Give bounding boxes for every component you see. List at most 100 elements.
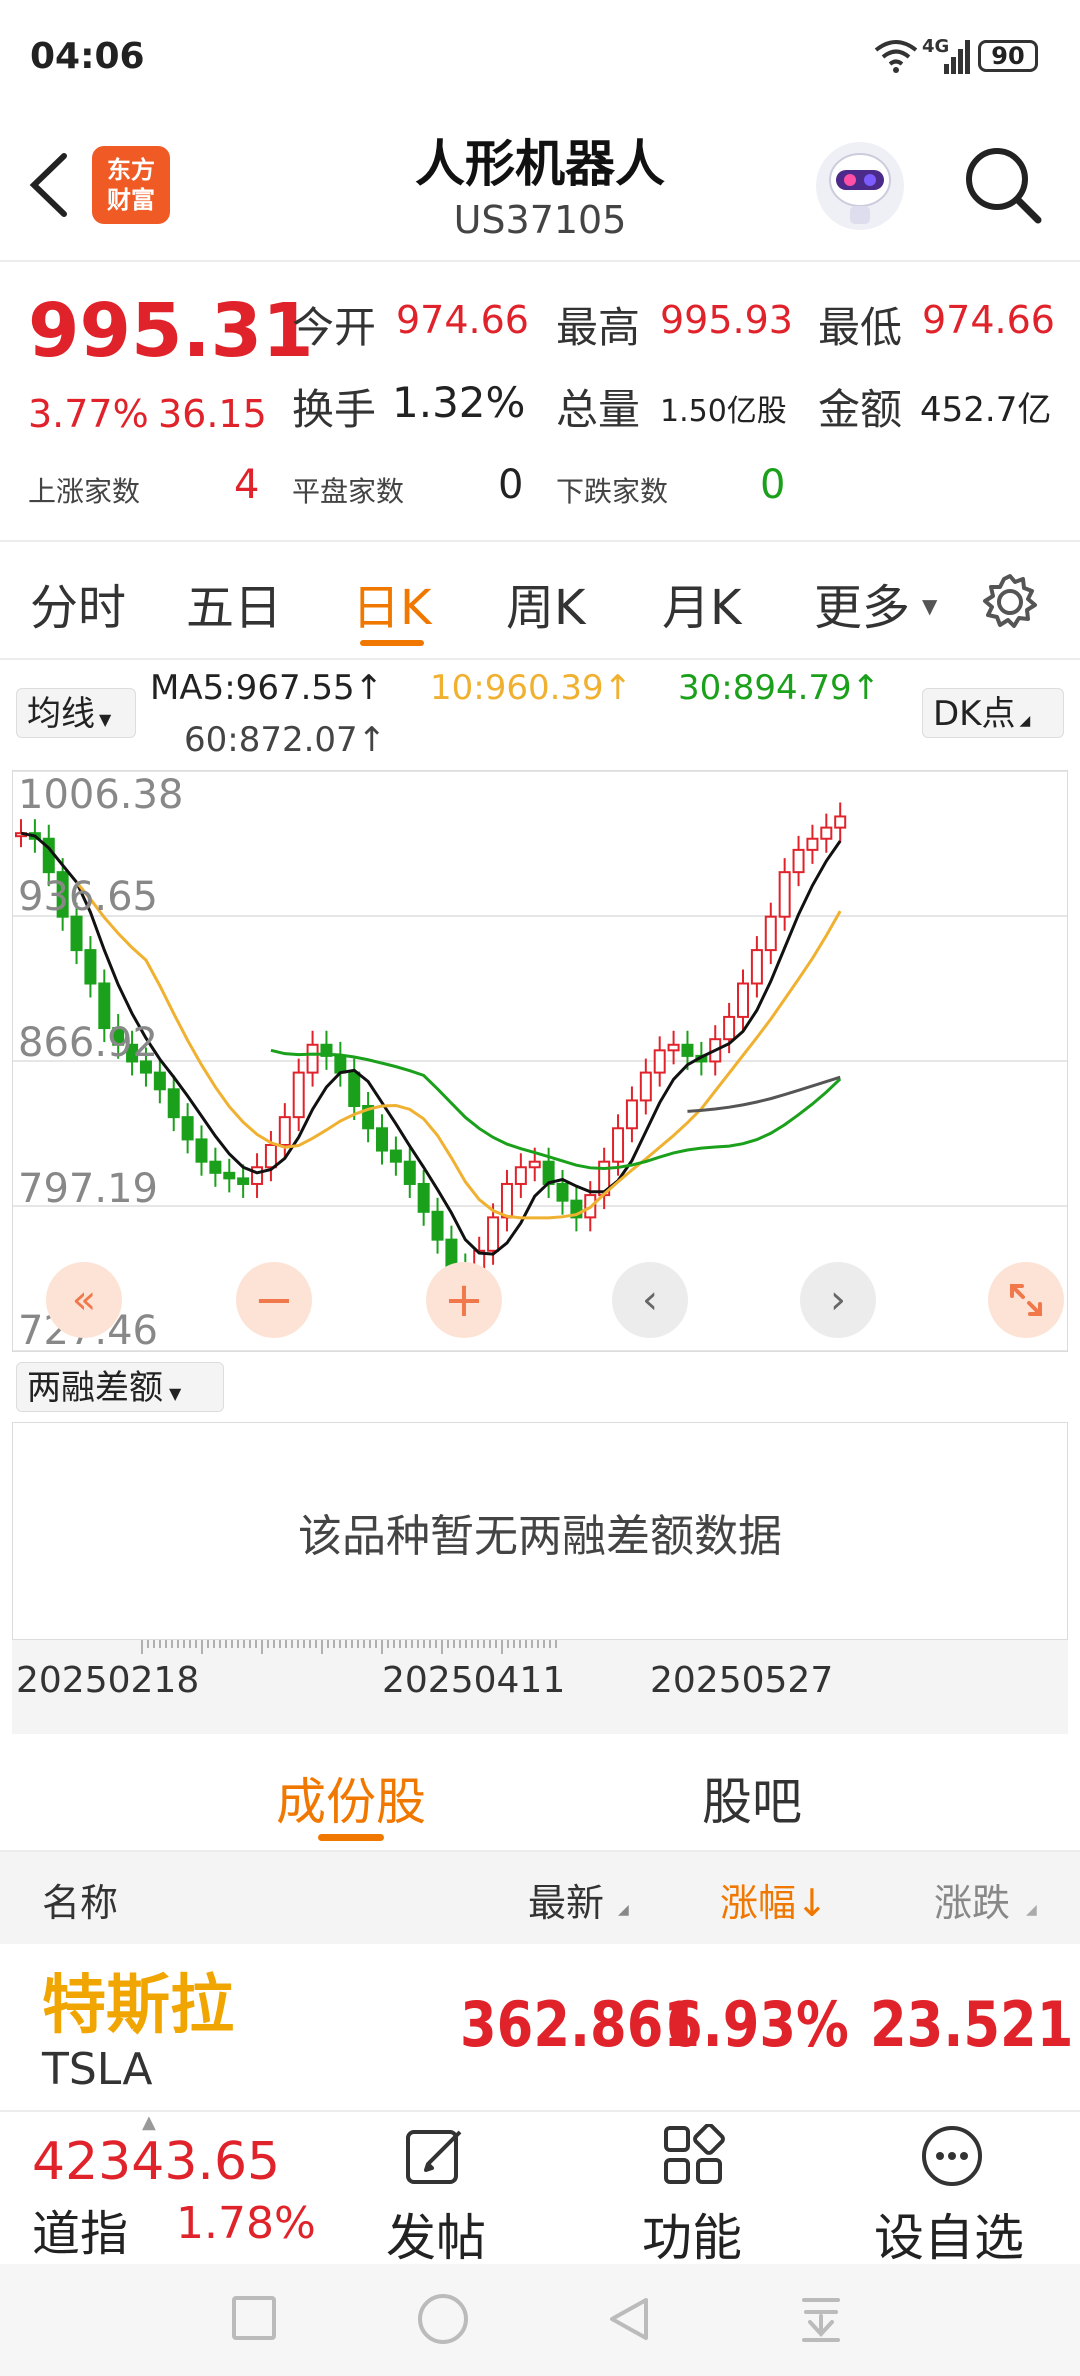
candle — [209, 1160, 222, 1174]
logo-line2: 财富 — [107, 186, 155, 214]
candle — [181, 1116, 194, 1141]
candle — [237, 1177, 250, 1185]
settings-gear-icon[interactable] — [980, 572, 1040, 636]
table-row[interactable]: 特斯拉 TSLA 362.861 6.93% 23.521 — [0, 1944, 1080, 2110]
post-button-label[interactable]: 发帖 — [386, 2198, 486, 2270]
candle — [431, 1210, 444, 1241]
candle — [834, 815, 847, 829]
x-tick-3: 20250527 — [650, 1660, 834, 1701]
function-grid-icon[interactable] — [662, 2123, 726, 2192]
col-header-change[interactable]: 涨跌 — [934, 1872, 1010, 1927]
robot-avatar-icon[interactable] — [814, 140, 906, 236]
tab-monthly-k[interactable]: 月K — [662, 568, 741, 638]
candle — [792, 848, 805, 874]
low-value: 974.66 — [922, 298, 1055, 342]
ma10-line — [75, 881, 842, 1220]
index-value[interactable]: 42343.65 — [32, 2132, 280, 2192]
logo-line1: 东方 — [107, 156, 155, 184]
sort-caret-icon: ◢ — [618, 1902, 629, 1918]
change-amount: 36.15 — [158, 392, 267, 436]
ma60-line — [687, 1075, 841, 1113]
candle — [167, 1088, 180, 1119]
kline-chart[interactable] — [12, 770, 1068, 1352]
scroll-left-button[interactable]: ‹ — [612, 1262, 688, 1338]
candle — [223, 1171, 236, 1180]
candle — [348, 1071, 361, 1108]
app-logo[interactable]: 东方 财富 — [92, 146, 170, 224]
y-tick-1: 1006.38 — [18, 772, 184, 818]
volume-value: 1.50亿股 — [660, 394, 787, 429]
up-count-label: 上涨家数 — [28, 475, 141, 508]
function-button-label[interactable]: 功能 — [642, 2198, 742, 2270]
more-dots-icon[interactable] — [920, 2124, 984, 2192]
stock-code: US37105 — [453, 198, 627, 242]
candle — [778, 871, 791, 918]
back-icon[interactable] — [26, 150, 72, 224]
candle — [681, 1043, 694, 1057]
index-name[interactable]: 道指 — [32, 2194, 128, 2264]
search-icon[interactable] — [962, 144, 1044, 230]
candle — [306, 1043, 319, 1074]
ma-selector[interactable]: 均线 ▼ — [16, 688, 136, 738]
back-nav-icon[interactable] — [604, 2294, 654, 2348]
candle — [528, 1160, 541, 1169]
sort-caret-icon: ◢ — [1026, 1902, 1037, 1918]
add-watchlist-button-label[interactable]: 设自选 — [874, 2198, 1024, 2270]
stock-change-pct: 6.93% — [666, 1988, 849, 2061]
col-header-name[interactable]: 名称 — [42, 1872, 118, 1927]
amount-label: 金额 — [818, 385, 903, 434]
col-header-latest[interactable]: 最新 — [528, 1872, 604, 1927]
sub-chart-empty-text: 该品种暂无两融差额数据 — [298, 1511, 782, 1562]
recent-apps-icon[interactable] — [232, 2296, 276, 2340]
candle — [251, 1166, 264, 1185]
candle — [820, 826, 833, 840]
candle — [487, 1216, 500, 1252]
post-edit-icon[interactable] — [404, 2124, 468, 2192]
ma5-value: MA5:967.55↑ — [150, 668, 384, 708]
scroll-to-start-button[interactable]: « — [46, 1262, 122, 1338]
active-tab-indicator — [360, 640, 424, 646]
tab-stock-forum[interactable]: 股吧 — [702, 1762, 802, 1834]
dk-point-selector[interactable]: DK点 ◢ — [922, 688, 1064, 738]
home-icon[interactable] — [418, 2294, 468, 2344]
notification-pull-icon[interactable] — [796, 2294, 846, 2348]
candle — [667, 1043, 680, 1052]
tab-more[interactable]: 更多 — [814, 568, 910, 638]
candle — [737, 982, 750, 1018]
candle — [653, 1049, 666, 1074]
ma30-line — [270, 1048, 842, 1171]
amount-value: 452.7亿 — [920, 390, 1052, 430]
tab-five-day[interactable]: 五日 — [186, 568, 282, 638]
zoom-in-button[interactable]: + — [426, 1262, 502, 1338]
high-value: 995.93 — [660, 298, 793, 342]
candle — [417, 1182, 430, 1213]
tab-weekly-k[interactable]: 周K — [506, 568, 585, 638]
zoom-out-button[interactable]: − — [236, 1262, 312, 1338]
tab-intraday[interactable]: 分时 — [30, 568, 126, 638]
turnover-value: 1.32% — [392, 378, 526, 427]
candle — [84, 949, 97, 985]
ma10-value: 10:960.39↑ — [430, 668, 633, 708]
candle — [750, 949, 763, 985]
stock-name: 特斯拉 — [42, 1969, 234, 2043]
scroll-right-button[interactable]: › — [800, 1262, 876, 1338]
system-nav-bar — [0, 2264, 1080, 2376]
tab-constituents[interactable]: 成份股 — [276, 1762, 426, 1834]
low-label: 最低 — [818, 303, 903, 352]
signal-icon — [944, 40, 972, 78]
current-price: 995.31 — [28, 288, 314, 374]
tab-daily-k[interactable]: 日K — [352, 568, 431, 638]
index-expand-caret-icon: ▲ — [142, 2112, 156, 2133]
sub-indicator-label: 两融差额 — [27, 1368, 163, 1408]
volume-label: 总量 — [556, 385, 641, 434]
sub-indicator-selector[interactable]: 两融差额 ▼ — [16, 1362, 224, 1412]
turnover-label: 换手 — [292, 385, 377, 434]
candle — [153, 1071, 166, 1091]
ma60-value: 60:872.07↑ — [184, 720, 387, 760]
col-header-change-pct[interactable]: 涨幅↓ — [720, 1872, 828, 1927]
candle — [612, 1127, 625, 1163]
fullscreen-expand-icon[interactable] — [988, 1262, 1064, 1338]
candle — [389, 1149, 402, 1163]
down-count: 0 — [760, 462, 786, 508]
down-count-label: 下跌家数 — [556, 475, 669, 508]
